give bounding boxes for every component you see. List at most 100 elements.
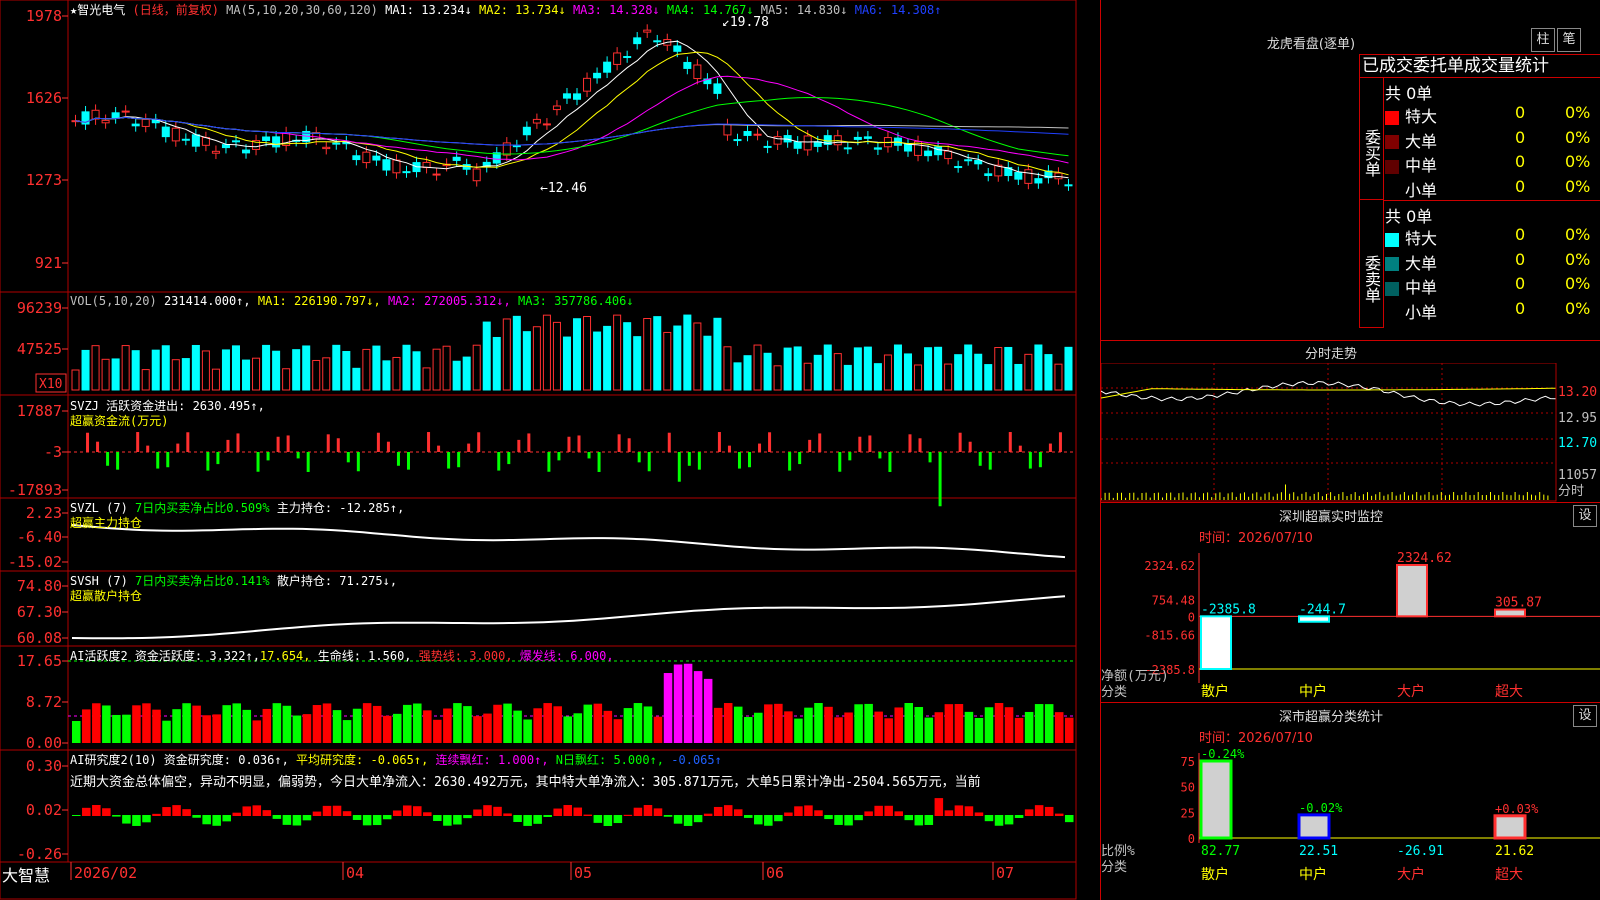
air-bar [814, 810, 823, 816]
candle-body [242, 149, 251, 154]
buy-pct: 0% [1565, 103, 1591, 122]
intraday-chart[interactable]: 13.20 12.95 12.70 11057分时 [1101, 363, 1600, 503]
air-bar [543, 815, 552, 817]
ai2-bar [72, 721, 81, 743]
ma-1-value: MA1: 13.234↓ [385, 3, 472, 17]
candle-body [964, 159, 973, 162]
candle-body [352, 155, 361, 161]
candle-body [191, 134, 200, 147]
air-bar [563, 805, 572, 816]
volume-bar [753, 344, 762, 391]
svzj-bar [176, 443, 180, 452]
svzj-bar [848, 452, 852, 461]
sz-stats-bar [1297, 813, 1331, 840]
svzj-bar [918, 438, 922, 452]
candle-body [803, 135, 812, 151]
ai2-bar [603, 710, 613, 743]
svzj-bar [336, 438, 340, 452]
ai2-bar [523, 719, 532, 743]
sz-monitor-bar [1396, 564, 1428, 618]
sz-stats-settings-button[interactable]: 设 [1573, 705, 1597, 727]
volume-bar [141, 369, 150, 391]
air-bar [1044, 806, 1054, 816]
volume-bar [873, 363, 882, 391]
volume-bar [282, 368, 291, 391]
air-bar [884, 805, 893, 816]
kline-chart-area[interactable]: 1978 1626 1273 921 96239 47525 17887 -3 -17893 2.… [0, 0, 1100, 900]
air-bar [72, 815, 81, 816]
volume-bar [954, 354, 963, 391]
ma-header: MA(5,10,20,30,60,120) [226, 3, 378, 17]
sz-stats-bottom-label: 21.62 [1495, 844, 1534, 859]
intraday-tick: 12.95 [1558, 411, 1597, 426]
air-bar [994, 815, 1004, 826]
air-bar [804, 805, 813, 816]
candle-body [753, 133, 762, 136]
air-bar [914, 815, 924, 826]
candle-body [111, 112, 120, 119]
volume-bar [332, 344, 341, 391]
candle-body [91, 109, 100, 120]
volume-bar [322, 357, 331, 391]
candle-body [613, 52, 622, 65]
air-bar [132, 815, 141, 826]
chart-mode: (日线，前复权) [132, 3, 219, 17]
ai2-bar [974, 717, 984, 743]
candle-body [763, 145, 772, 148]
svzj-bar [1038, 452, 1042, 468]
ai2-bar [563, 716, 572, 743]
svzj-bar [226, 439, 230, 452]
volume-bar [552, 321, 561, 391]
intraday-tick: 12.70 [1558, 436, 1597, 451]
sz-stats-axis-name: 比例% [1101, 844, 1135, 859]
ai2-bar [924, 717, 934, 743]
sz-monitor-settings-button[interactable]: 设 [1573, 505, 1597, 527]
ai2-bar [392, 713, 402, 743]
svsh-line [71, 595, 1066, 640]
air-bar [342, 811, 352, 816]
candle-body [272, 136, 281, 148]
svzj-bar [818, 433, 822, 452]
air-bar [453, 815, 462, 825]
buy-color-swatch [1385, 159, 1399, 174]
air-bar [82, 807, 91, 816]
volume-bar [783, 347, 792, 391]
volume-bar [121, 345, 130, 391]
intraday-panel[interactable]: 分时走势 13.20 12.95 12.70 11057 分时 [1101, 340, 1600, 502]
candle-body [171, 127, 180, 142]
candle-body [101, 119, 110, 124]
air-bar [693, 815, 703, 823]
volume-bar [562, 336, 571, 391]
candle-body [924, 150, 933, 157]
ai2-bar [102, 705, 111, 743]
candle-body [944, 150, 953, 160]
ai2-bar [402, 704, 412, 743]
ai2-bar [683, 663, 693, 743]
tick-mode-button[interactable]: 笔 [1557, 28, 1581, 52]
volume-bar [944, 363, 953, 391]
bar-mode-button[interactable]: 柱 [1531, 28, 1555, 52]
ai2-bar [1054, 712, 1064, 743]
volume-bar [813, 354, 822, 391]
svzj-bar [507, 452, 511, 465]
ai2-bar [433, 719, 442, 743]
volume-bar [512, 315, 521, 391]
ai2-bar [533, 708, 542, 743]
sz-monitor-category-label: 大户 [1397, 683, 1425, 700]
svzj-bar [577, 435, 581, 452]
svzj-bar [1018, 445, 1022, 452]
candle-body [231, 140, 241, 143]
volume-bar [573, 318, 582, 391]
ai2-bar [894, 707, 903, 743]
air-bar [252, 805, 262, 816]
sell-color-swatch [1385, 306, 1399, 320]
intraday-vol-tick: 11057 [1558, 468, 1597, 483]
svzj-bar [677, 452, 681, 482]
ai2-bar [232, 703, 242, 743]
air-bar [653, 808, 663, 816]
candle-body [542, 123, 551, 126]
price-tick: 921 [35, 254, 62, 272]
volume-bar [272, 350, 281, 391]
candle-body [653, 40, 662, 43]
svzj-bar [236, 433, 240, 452]
